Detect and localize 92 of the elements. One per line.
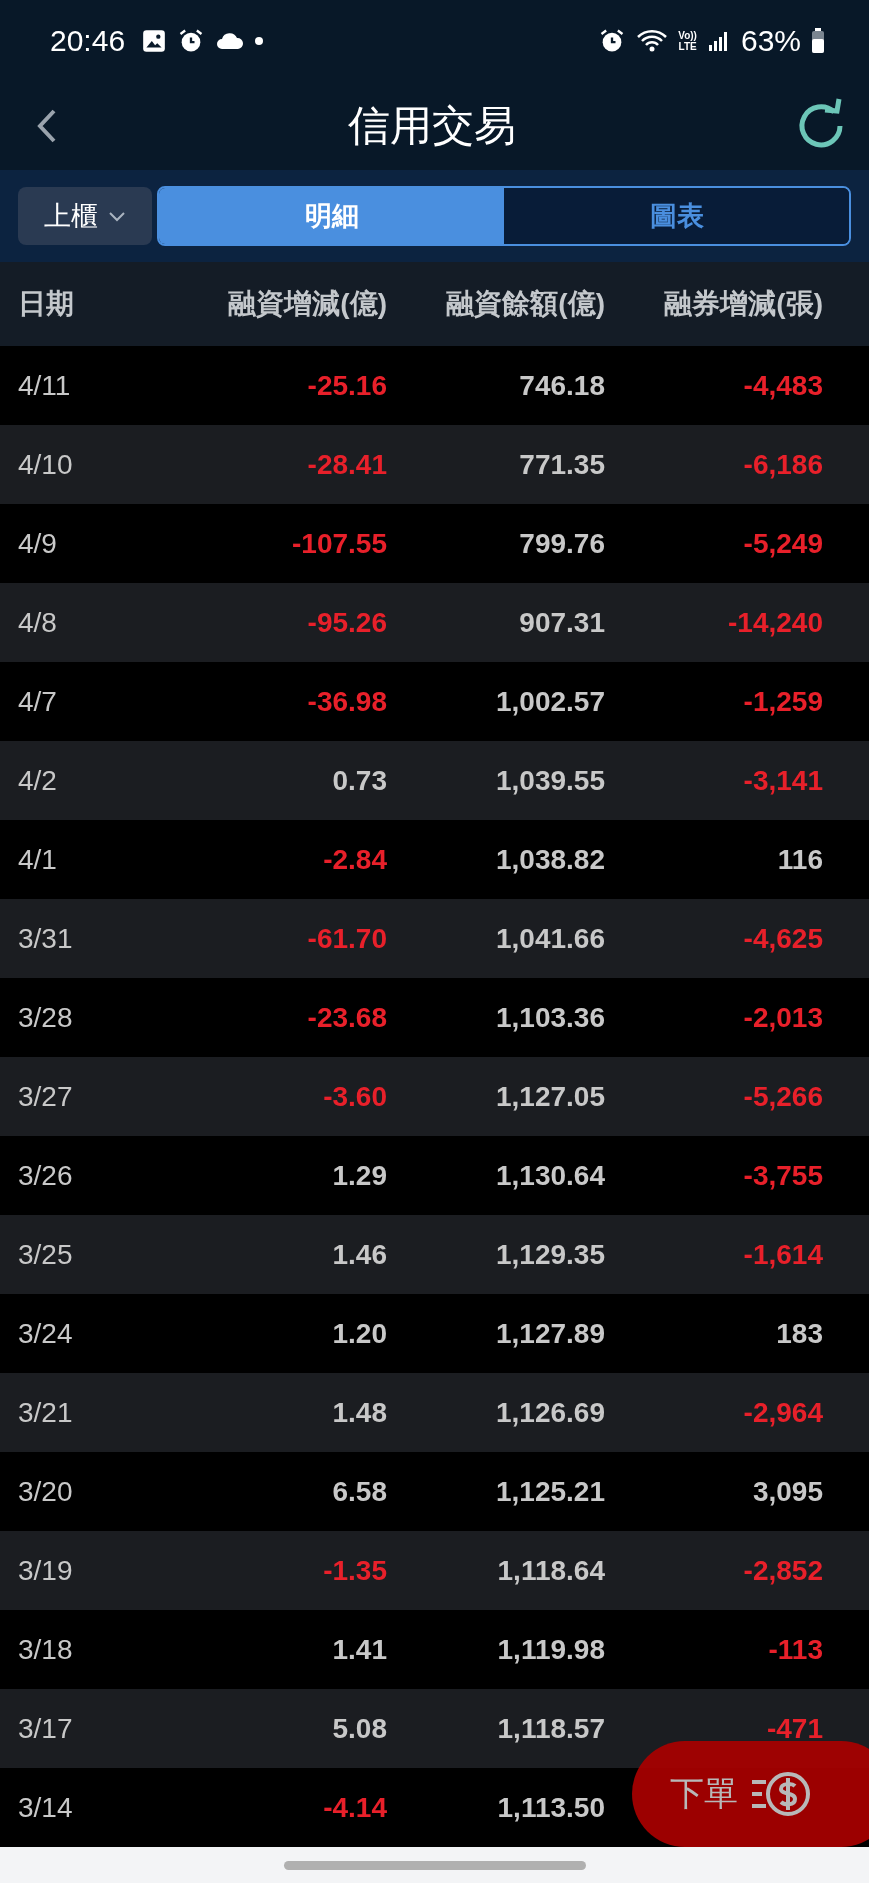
table-cell-text: 771.35 <box>518 448 605 481</box>
date-cell-text: 3/26 <box>17 1159 74 1192</box>
date-cell-text: 3/24 <box>17 1317 74 1350</box>
date-cell-text: 4/1 <box>17 843 58 876</box>
date-cell-text: 3/20 <box>17 1475 74 1508</box>
battery-percent: 63% <box>740 24 801 58</box>
table-cell-text: -107.55 <box>291 527 387 560</box>
table-cell-text: 6.58 <box>331 1475 387 1508</box>
table-cell-text: -2.84 <box>322 843 387 876</box>
date-cell-text: 4/8 <box>17 606 58 639</box>
table-cell-text: 1,038.82 <box>495 843 605 876</box>
table-cell-text: 1,039.55 <box>495 764 605 797</box>
table-cell-text: 1,002.57 <box>495 685 605 718</box>
table-cell-text: 1,119.98 <box>496 1633 605 1666</box>
table-cell-text: -113 <box>767 1633 823 1666</box>
table-cell-text: -25.16 <box>306 369 387 402</box>
date-cell-text: 3/25 <box>17 1238 74 1271</box>
table-cell-text: -28.41 <box>306 448 387 481</box>
table-cell-text: 1,127.05 <box>495 1080 605 1113</box>
cloud-icon <box>215 30 246 52</box>
table-cell-text: -1,614 <box>742 1238 823 1271</box>
table-cell-text: -2,964 <box>742 1396 823 1429</box>
table-cell-text: 1.48 <box>331 1396 387 1429</box>
table-cell-text: 1,118.64 <box>496 1554 605 1587</box>
table-cell-text: 1,126.69 <box>495 1396 605 1429</box>
market-dropdown[interactable]: 上櫃 <box>18 187 152 245</box>
table-cell-text: 1.29 <box>331 1159 387 1192</box>
page-title: 信用交易 <box>347 101 516 151</box>
table-cell-text: 907.31 <box>518 606 605 639</box>
table-cell-text: -2,852 <box>742 1554 823 1587</box>
date-cell-text: 4/7 <box>17 685 58 718</box>
table-cell-text: 116 <box>776 843 823 876</box>
column-header: 融券增減(張) <box>663 287 823 321</box>
status-time: 20:46 <box>50 24 126 58</box>
tab[interactable]: 明細 <box>159 188 504 244</box>
table-cell-text: 1.20 <box>331 1317 387 1350</box>
table-cell-text: 1,127.89 <box>495 1317 605 1350</box>
table-cell-text: 3,095 <box>751 1475 823 1508</box>
date-cell-text: 3/17 <box>17 1712 74 1745</box>
table-cell-text: 799.76 <box>518 527 605 560</box>
table-cell-text: -4,483 <box>742 369 823 402</box>
date-cell-text: 4/10 <box>17 448 74 481</box>
table-cell-text: 1.46 <box>331 1238 387 1271</box>
table-cell-text: -5,266 <box>742 1080 823 1113</box>
table-cell-text: -4,625 <box>742 922 823 955</box>
table-cell-text: -61.70 <box>306 922 387 955</box>
table-cell-text: 1,130.64 <box>495 1159 605 1192</box>
table-cell-text: -1,259 <box>742 685 823 718</box>
table-cell-text: 1.41 <box>331 1633 387 1666</box>
tab[interactable]: 圖表 <box>504 188 849 244</box>
date-cell-text: 3/19 <box>17 1554 74 1587</box>
column-header: 日期 <box>17 287 75 321</box>
table-cell-text: 746.18 <box>518 369 605 402</box>
date-cell-text: 3/28 <box>17 1001 74 1034</box>
table-cell-text: -23.68 <box>306 1001 387 1034</box>
table-cell-text: -14,240 <box>727 606 823 639</box>
table-cell-text: 1,125.21 <box>495 1475 605 1508</box>
table-cell-text: 183 <box>775 1317 823 1350</box>
table-cell-text: -36.98 <box>306 685 387 718</box>
table-cell-text: 1,041.66 <box>495 922 605 955</box>
date-cell-text: 4/9 <box>17 527 58 560</box>
date-cell-text: 3/18 <box>17 1633 74 1666</box>
table-cell-text: 5.08 <box>331 1712 387 1745</box>
table-cell-text: 1,113.50 <box>496 1791 605 1824</box>
table-cell-text: -6,186 <box>742 448 823 481</box>
date-cell-text: 3/31 <box>17 922 74 955</box>
table-cell-text: 1,103.36 <box>495 1001 605 1034</box>
image-icon <box>141 28 168 54</box>
table-cell-text: -3.60 <box>322 1080 387 1113</box>
table-cell-text: 1,129.35 <box>495 1238 605 1271</box>
date-cell-text: 4/11 <box>17 369 72 402</box>
order-button[interactable]: 下單 <box>632 1741 869 1847</box>
table-cell-text: 0.73 <box>331 764 387 797</box>
table-cell-text: -3,755 <box>742 1159 823 1192</box>
table-cell-text: -1.35 <box>322 1554 387 1587</box>
table-cell-text: -5,249 <box>742 527 823 560</box>
table-cell-text: -3,141 <box>742 764 823 797</box>
wifi-icon <box>636 28 669 54</box>
column-header: 融資餘額(億) <box>445 287 605 321</box>
dot-icon <box>255 37 264 45</box>
table-cell-text: -2,013 <box>742 1001 823 1034</box>
volte-label: Vo)) LTE <box>678 30 697 52</box>
chevron-down-icon <box>108 210 126 222</box>
date-cell-text: 4/2 <box>17 764 58 797</box>
battery-icon <box>811 28 825 54</box>
table-cell-text: -95.26 <box>306 606 387 639</box>
date-cell-text: 3/21 <box>17 1396 74 1429</box>
date-cell-text: 3/27 <box>17 1080 74 1113</box>
date-cell-text: 3/14 <box>17 1791 74 1824</box>
table-cell-text: 1,118.57 <box>496 1712 605 1745</box>
column-header: 融資增減(億) <box>227 287 387 321</box>
table-cell-text: -4.14 <box>322 1791 387 1824</box>
